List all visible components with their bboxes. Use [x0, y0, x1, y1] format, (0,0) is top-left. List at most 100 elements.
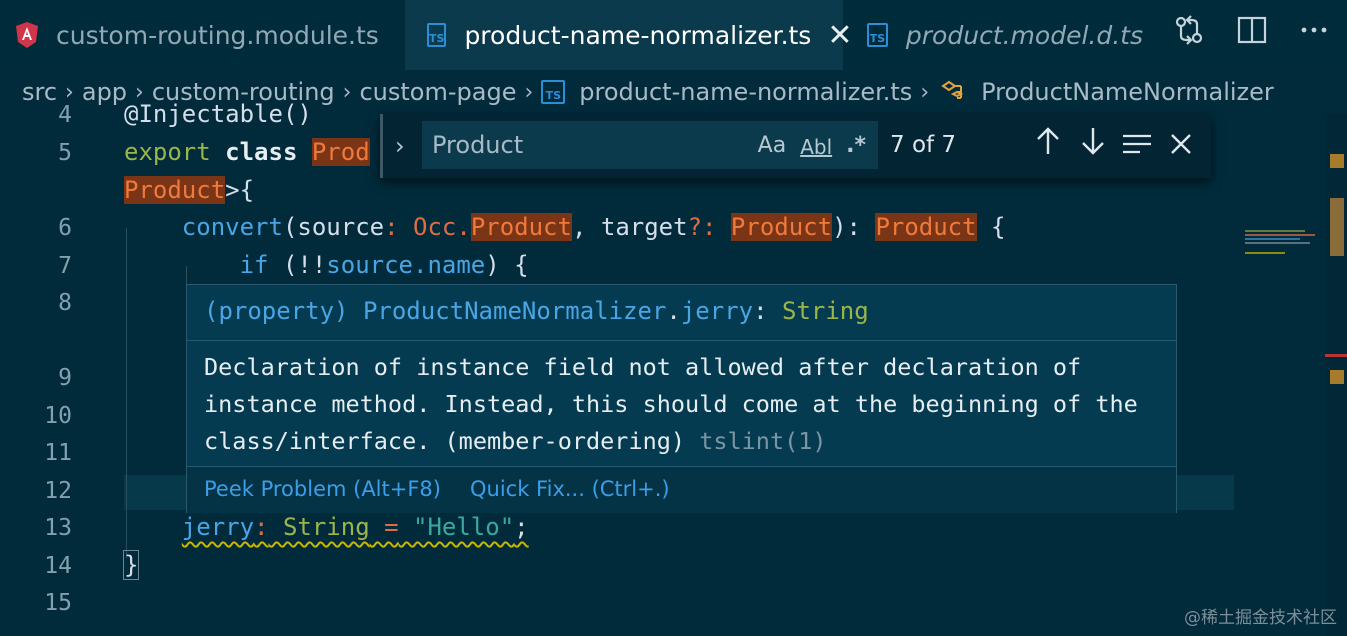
- lint-warning[interactable]: jerry: String = "Hello";: [182, 513, 529, 541]
- code-text: String: [268, 513, 370, 541]
- code-text: :: [384, 213, 399, 241]
- watermark: @稀土掘金技术社区: [1184, 608, 1337, 628]
- signature-type: String: [782, 297, 869, 325]
- tab-bar: custom-routing.module.ts TS product-name…: [0, 0, 1347, 70]
- line-number: 13: [44, 515, 72, 541]
- regex-button[interactable]: .*: [846, 133, 866, 159]
- keyword: class: [225, 138, 298, 166]
- tab-label: product.model.d.ts: [905, 20, 1143, 50]
- code-text: ?:: [687, 213, 717, 241]
- breadcrumb-item-file[interactable]: product-name-normalizer.ts: [579, 78, 912, 106]
- ts-icon: TS: [541, 80, 566, 104]
- match-count: 7 of 7: [890, 132, 957, 158]
- code-line-5-wrap: Product>{: [124, 176, 254, 204]
- more-actions-icon[interactable]: [1299, 15, 1329, 45]
- code-text: source: [326, 251, 413, 279]
- breadcrumb-item-custom-page[interactable]: custom-page: [359, 78, 516, 106]
- code-text: :: [254, 513, 269, 541]
- tab-product-name-normalizer[interactable]: TS product-name-normalizer.ts ✕: [405, 0, 852, 70]
- chevron-right-icon: ›: [65, 79, 74, 105]
- breadcrumb-item-class[interactable]: ProductNameNormalizer: [981, 78, 1274, 106]
- code-text: (!!: [268, 251, 327, 279]
- peek-problem-link[interactable]: Peek Problem (Alt+F8): [204, 477, 441, 501]
- find-options: Aa Abl .*: [758, 133, 866, 159]
- code-text: (source: [282, 213, 385, 241]
- line-number: 8: [58, 290, 72, 316]
- next-match-icon[interactable]: [1080, 126, 1106, 156]
- line-number: 4: [58, 102, 72, 128]
- signature-class: ProductNameNormalizer: [362, 297, 667, 325]
- search-match-current: Product: [875, 213, 977, 241]
- close-find-icon[interactable]: [1169, 132, 1193, 156]
- find-input-value: Product: [432, 131, 524, 159]
- code-line-7: if (!!source.name) {: [124, 251, 529, 279]
- search-match: Product: [124, 176, 226, 204]
- signature-kind: (property): [204, 297, 349, 325]
- chevron-right-icon: ›: [524, 79, 534, 105]
- problem-message: Declaration of instance field not allowe…: [204, 349, 1164, 460]
- search-match: Product: [730, 213, 833, 241]
- line-number: 7: [58, 253, 72, 279]
- line-number: 15: [44, 590, 72, 616]
- find-widget: › Product Aa Abl .* 7 of 7: [380, 114, 1211, 178]
- method-name: convert: [181, 213, 283, 241]
- line-number: 9: [58, 365, 72, 391]
- previous-match-icon[interactable]: [1035, 126, 1061, 156]
- editor-actions: [1173, 14, 1329, 46]
- code-text: =: [369, 513, 399, 541]
- hover-actions: Peek Problem (Alt+F8) Quick Fix... (Ctrl…: [187, 466, 1176, 513]
- line-number: 12: [44, 478, 72, 504]
- code-line-5: export class Prod: [124, 138, 370, 166]
- code-line-4: @Injectable(): [124, 100, 312, 128]
- keyword: if: [239, 251, 269, 279]
- code-line-14: }: [122, 550, 140, 580]
- line-number: 6: [58, 215, 72, 241]
- search-match: Product: [470, 213, 572, 241]
- class-symbol-icon: [941, 80, 964, 99]
- code-text: Occ.: [398, 213, 471, 241]
- quick-fix-link[interactable]: Quick Fix... (Ctrl+.): [470, 477, 670, 501]
- toggle-replace-button[interactable]: ›: [395, 132, 405, 160]
- ts-icon: TS: [867, 23, 888, 47]
- match-case-button[interactable]: Aa: [758, 133, 787, 159]
- angular-icon: [16, 22, 38, 48]
- tab-custom-routing-module[interactable]: custom-routing.module.ts: [0, 0, 405, 70]
- problem-source: tslint(1): [699, 427, 827, 455]
- signature-colon: :: [753, 297, 768, 325]
- chevron-right-icon: ›: [342, 79, 352, 105]
- scrollbar-thumb[interactable]: [1330, 198, 1344, 256]
- line-number: 5: [58, 140, 72, 166]
- code-text: ;: [514, 513, 529, 541]
- whole-word-button[interactable]: Abl: [800, 133, 832, 159]
- find-input[interactable]: Product Aa Abl .*: [422, 121, 878, 169]
- compare-changes-icon[interactable]: [1173, 14, 1205, 46]
- find-in-selection-icon[interactable]: [1122, 132, 1152, 158]
- code-text: ):: [832, 213, 861, 241]
- search-match: Prod: [311, 138, 370, 166]
- hover-tooltip: (property) ProductNameNormalizer.jerry: …: [186, 284, 1177, 513]
- line-number: 10: [44, 403, 72, 429]
- split-editor-icon[interactable]: [1237, 15, 1267, 45]
- code-text: jerry: [181, 513, 255, 541]
- tab-label: custom-routing.module.ts: [56, 20, 379, 50]
- code-text: .name: [413, 251, 486, 279]
- keyword: export: [124, 138, 211, 166]
- code-text: ) {: [485, 251, 529, 279]
- code-text: {: [976, 213, 1006, 241]
- ts-icon: TS: [427, 23, 447, 47]
- tab-product-model[interactable]: TS product.model.d.ts: [843, 0, 1143, 70]
- signature-field: jerry: [680, 297, 754, 325]
- code-text: , target: [571, 213, 688, 241]
- overview-ruler-mark: [1330, 154, 1344, 168]
- signature-dot: .: [666, 297, 681, 325]
- minimap[interactable]: [1243, 228, 1325, 268]
- code-text: }: [122, 550, 140, 580]
- breadcrumb-item-app[interactable]: app: [82, 78, 127, 106]
- overview-ruler-mark: [1330, 370, 1344, 384]
- line-number: 11: [44, 440, 72, 466]
- divider: [187, 340, 1176, 341]
- tab-label: product-name-normalizer.ts: [464, 20, 812, 50]
- code-text: "Hello": [398, 513, 515, 541]
- line-number: 14: [44, 553, 72, 579]
- code-text: >{: [225, 176, 255, 204]
